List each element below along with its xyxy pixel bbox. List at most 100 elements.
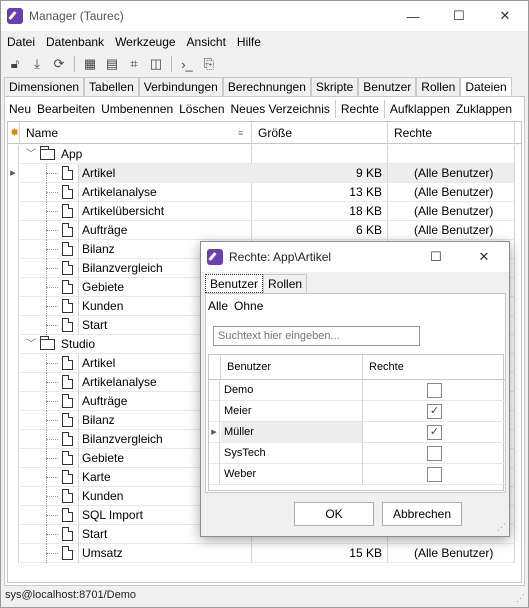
row-indicator: [8, 145, 19, 164]
file-icon: [62, 223, 73, 237]
user-row[interactable]: Meier ✓: [209, 401, 505, 422]
tab-skripte[interactable]: Skripte: [310, 77, 359, 96]
dialog-maximize-button[interactable]: ☐: [413, 242, 459, 272]
file-row[interactable]: Artikelübersicht 18 KB (Alle Benutzer): [8, 202, 521, 221]
tree-line: [46, 173, 58, 174]
file-icon: [62, 242, 73, 256]
file-row[interactable]: Umsatz 15 KB (Alle Benutzer): [8, 544, 521, 563]
export-icon[interactable]: ⎘: [199, 54, 219, 74]
column-header-size[interactable]: Größe: [252, 122, 388, 144]
chevron-down-icon[interactable]: ﹀: [26, 335, 36, 354]
dialog-close-button[interactable]: ✕: [461, 242, 507, 272]
new-folder-button[interactable]: Neues Verzeichnis: [229, 102, 332, 116]
name-cell[interactable]: Aufträge: [20, 221, 252, 240]
tree-line: [46, 363, 58, 364]
dialog-title: Rechte: App\Artikel: [229, 250, 332, 264]
menu-datenbank[interactable]: Datenbank: [46, 35, 104, 49]
item-name: Umsatz: [78, 544, 252, 563]
row-indicator: [209, 401, 220, 422]
row-indicator: [209, 464, 220, 485]
column-header-user-rights[interactable]: Rechte: [363, 355, 505, 380]
new-row-icon: ✸: [8, 122, 20, 144]
row-indicator: ▶: [8, 164, 19, 183]
tab-verbindungen[interactable]: Verbindungen: [138, 77, 223, 96]
rights-checkbox[interactable]: [427, 446, 442, 461]
ok-button[interactable]: OK: [294, 502, 374, 526]
tab-dialog-benutzer[interactable]: Benutzer: [205, 274, 264, 293]
row-indicator: [8, 202, 19, 221]
name-cell[interactable]: Artikelanalyse: [20, 183, 252, 202]
cancel-button[interactable]: Abbrechen: [382, 502, 462, 526]
dialog-resize-grip-icon[interactable]: ⋰: [497, 522, 506, 533]
minimize-button[interactable]: —: [390, 1, 436, 31]
name-cell[interactable]: Artikelübersicht: [20, 202, 252, 221]
name-cell[interactable]: Umsatz: [20, 544, 252, 563]
tab-dimensionen[interactable]: Dimensionen: [4, 77, 85, 96]
menu-werkzeuge[interactable]: Werkzeuge: [115, 35, 175, 49]
sort-icon[interactable]: ≡: [232, 122, 252, 144]
tree-line: [46, 287, 58, 288]
collapse-button[interactable]: Zuklappen: [454, 102, 514, 116]
menu-hilfe[interactable]: Hilfe: [237, 35, 261, 49]
select-none-link[interactable]: Ohne: [234, 299, 263, 313]
row-indicator: [209, 443, 220, 464]
tab-benutzer[interactable]: Benutzer: [358, 77, 417, 96]
search-input[interactable]: [213, 326, 420, 346]
columns-icon[interactable]: ◫: [146, 54, 166, 74]
grid-icon[interactable]: ▦: [80, 54, 100, 74]
close-button[interactable]: ✕: [482, 1, 528, 31]
rights-checkbox[interactable]: ✓: [427, 425, 442, 440]
user-row[interactable]: Demo: [209, 380, 505, 401]
column-header-rights[interactable]: Rechte: [388, 122, 515, 144]
select-all-link[interactable]: Alle: [208, 299, 228, 313]
delete-button[interactable]: Löschen: [177, 102, 226, 116]
user-row[interactable]: Weber: [209, 464, 505, 485]
user-row[interactable]: SysTech: [209, 443, 505, 464]
tab-tabellen[interactable]: Tabellen: [84, 77, 139, 96]
dialog-tabs: Benutzer Rollen: [205, 274, 308, 294]
user-row[interactable]: ▶ Müller ✓: [209, 422, 505, 443]
rename-button[interactable]: Umbenennen: [99, 102, 175, 116]
column-header-user[interactable]: Benutzer: [221, 355, 363, 380]
user-name: Müller: [221, 422, 363, 443]
menu-ansicht[interactable]: Ansicht: [187, 35, 226, 49]
folder-row[interactable]: ﹀ App: [8, 145, 521, 164]
expand-button[interactable]: Aufklappen: [388, 102, 452, 116]
row-indicator: [8, 354, 19, 373]
users-header-indicator: [209, 355, 221, 380]
column-header-name[interactable]: Name: [20, 122, 252, 144]
file-row[interactable]: Artikelanalyse 13 KB (Alle Benutzer): [8, 183, 521, 202]
name-cell[interactable]: Artikel: [20, 164, 252, 183]
item-name: Studio: [61, 337, 96, 351]
tab-berechnungen[interactable]: Berechnungen: [222, 77, 311, 96]
edit-button[interactable]: Bearbeiten: [35, 102, 97, 116]
menu-datei[interactable]: Datei: [7, 35, 35, 49]
item-name: App: [61, 147, 83, 161]
tree-line: [46, 439, 58, 440]
rights-checkbox[interactable]: [427, 467, 442, 482]
file-row[interactable]: Aufträge 6 KB (Alle Benutzer): [8, 221, 521, 240]
rights-checkbox[interactable]: ✓: [427, 404, 442, 419]
table-icon[interactable]: ▤: [102, 54, 122, 74]
terminal-icon[interactable]: ›_: [177, 54, 197, 74]
rights-checkbox[interactable]: [427, 383, 442, 398]
file-icon: [62, 299, 73, 313]
tree-icon[interactable]: ⌗: [124, 54, 144, 74]
lock-icon[interactable]: 🔓︎: [5, 54, 25, 74]
tab-dialog-rollen[interactable]: Rollen: [263, 274, 308, 293]
rights-button[interactable]: Rechte: [339, 102, 381, 116]
maximize-button[interactable]: ☐: [436, 1, 482, 31]
download-icon[interactable]: ⤓: [27, 54, 47, 74]
tab-dateien[interactable]: Dateien: [460, 77, 512, 97]
chevron-down-icon[interactable]: ﹀: [26, 145, 36, 164]
new-button[interactable]: Neu: [7, 102, 33, 116]
name-cell[interactable]: ﹀ App: [20, 145, 252, 164]
file-icon: [62, 356, 73, 370]
status-bar: sys@localhost:8701/Demo: [5, 589, 137, 601]
size-cell: 13 KB: [252, 183, 388, 202]
file-row[interactable]: ▶ Artikel 9 KB (Alle Benutzer): [8, 164, 521, 183]
user-name: Meier: [221, 401, 363, 422]
resize-grip-icon[interactable]: ⋰: [516, 593, 525, 604]
refresh-icon[interactable]: ⟳: [49, 54, 69, 74]
tab-rollen[interactable]: Rollen: [416, 77, 461, 96]
